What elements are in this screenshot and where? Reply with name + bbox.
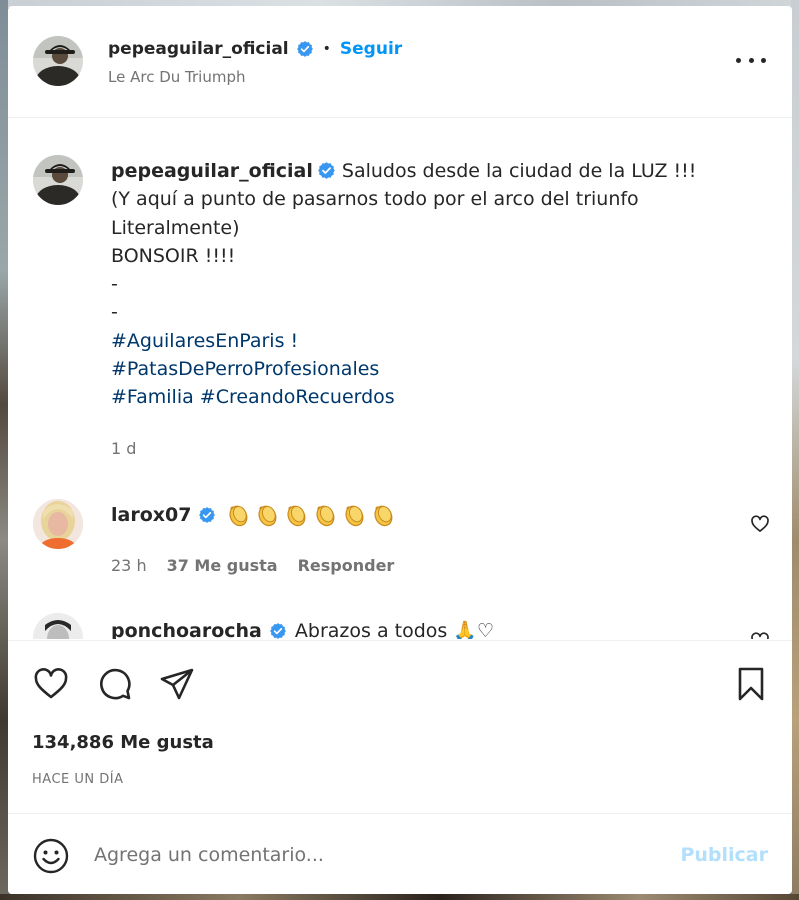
caption-author-avatar[interactable] [33,155,83,205]
like-comment-heart-icon[interactable] [750,631,770,639]
caption-text: pepeaguilar_oficial Saludos desde la ciud… [111,157,731,412]
verified-badge-icon [198,506,216,524]
clap-icon [229,505,248,527]
save-bookmark-icon[interactable] [732,665,770,703]
verified-badge-icon [296,40,314,58]
reply-button[interactable]: Responder [298,556,395,575]
like-comment-heart-icon[interactable] [750,514,770,534]
caption-text-line: (Y aquí a punto de pasarnos todo por el … [111,188,639,211]
verified-badge-icon [269,622,287,640]
background-bottom [0,894,799,900]
post-actions-section: 134,886 Me gusta HACE UN DÍA Publicar [8,640,792,894]
clap-icon [258,505,277,527]
commenter-avatar[interactable] [33,613,83,639]
caption-text-line: Saludos desde la ciudad de la LUZ !!! [341,160,697,182]
post-header: pepeaguilar_oficial • Seguir Le Arc Du T… [8,6,792,118]
clap-icon [374,505,393,527]
comment-item: larox07 23 h 37 Me gusta Responder [8,489,792,579]
caption-username[interactable]: pepeaguilar_oficial [111,160,313,182]
clap-icon [316,505,335,527]
author-username[interactable]: pepeaguilar_oficial [108,39,289,59]
comment-content: ponchoarocha Abrazos a todos 🙏♡ [111,619,495,640]
hashtag-link[interactable]: #AguilaresEnParis ! [111,327,731,355]
header-username-row: pepeaguilar_oficial • Seguir [108,36,402,62]
caption-text-line: - [111,273,118,296]
more-dot-icon [736,57,741,63]
comment-content: larox07 [111,501,397,529]
caption-text-line: Literalmente) [111,216,240,239]
comment-text: Abrazos a todos 🙏♡ [294,620,495,639]
author-avatar[interactable] [33,36,83,86]
clap-icon [345,505,364,527]
comments-section[interactable]: pepeaguilar_oficial Saludos desde la ciud… [8,119,792,639]
emoji-smiley-icon[interactable] [32,837,70,875]
commenter-username[interactable]: larox07 [111,504,191,526]
comment-input[interactable] [94,836,654,874]
caption-text-line: BONSOIR !!!! [111,244,236,267]
hashtag-link[interactable]: #Familia #CreandoRecuerdos [111,383,731,411]
more-dot-icon [761,57,766,63]
caption-text-line: - [111,301,118,324]
commenter-avatar[interactable] [33,499,83,549]
publish-button[interactable]: Publicar [680,844,768,866]
caption-line: pepeaguilar_oficial Saludos desde la ciud… [111,157,731,185]
add-comment-bar: Publicar [8,813,792,894]
comment-item: ponchoarocha Abrazos a todos 🙏♡ [8,609,792,639]
post-location[interactable]: Le Arc Du Triumph [108,68,245,86]
like-heart-icon[interactable] [32,665,70,703]
commenter-username[interactable]: ponchoarocha [111,620,262,640]
caption-timestamp[interactable]: 1 d [111,439,136,458]
follow-button[interactable]: Seguir [340,39,402,59]
verified-badge-icon [317,161,336,180]
likes-count[interactable]: 134,886 Me gusta [32,732,214,753]
background-left [0,0,8,900]
post-panel: pepeaguilar_oficial • Seguir Le Arc Du T… [8,6,792,894]
share-send-icon[interactable] [158,665,196,703]
comment-likes-link[interactable]: 37 Me gusta [167,556,278,575]
comment-meta: 23 h 37 Me gusta Responder [111,556,394,575]
more-dot-icon [748,57,754,63]
more-options-button[interactable] [736,48,766,72]
separator-dot: • [322,41,331,57]
clap-emoji-row [224,501,397,529]
hashtag-link[interactable]: #PatasDePerroProfesionales [111,355,731,383]
post-time-ago[interactable]: HACE UN DÍA [32,772,123,787]
clap-icon [287,505,306,527]
comment-timestamp[interactable]: 23 h [111,556,147,575]
comment-bubble-icon[interactable] [96,665,134,703]
background-right [791,0,799,900]
